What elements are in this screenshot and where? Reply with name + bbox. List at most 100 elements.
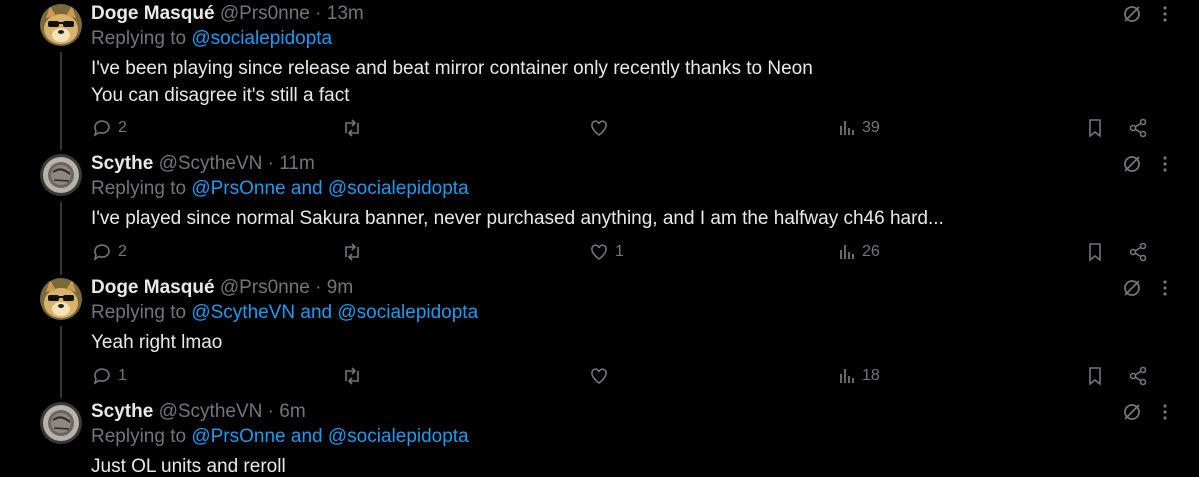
grok-icon[interactable] xyxy=(1122,278,1142,303)
like-icon xyxy=(591,120,607,136)
separator: · xyxy=(267,153,274,174)
tweet-text-line: You can disagree it's still a fact xyxy=(91,85,350,106)
tweet-text-line: I've been playing since release and beat… xyxy=(91,58,813,79)
replying-to: Replying to @ScytheVN and @socialepidopt… xyxy=(91,300,478,326)
tweet-text-line: I've played since normal Sakura banner, … xyxy=(91,208,944,229)
tweet-text: Yeah right lmao xyxy=(91,329,222,356)
like-icon xyxy=(591,244,607,260)
mention-joiner: and xyxy=(290,426,323,447)
like-button[interactable] xyxy=(589,117,615,139)
views-button[interactable]: 26 xyxy=(838,241,880,263)
like-button[interactable] xyxy=(589,365,615,387)
avatar[interactable] xyxy=(40,4,82,46)
replying-prefix: Replying to xyxy=(91,178,187,199)
display-name[interactable]: Scythe xyxy=(91,153,153,174)
grok-icon[interactable] xyxy=(1122,402,1142,427)
tweet-actions: 1 18 xyxy=(0,365,1199,387)
reply-icon xyxy=(93,368,110,385)
tweet-header: Doge Masqué @Prs0nne · 13m xyxy=(91,0,364,28)
display-name[interactable]: Doge Masqué xyxy=(91,277,215,298)
display-name[interactable]: Doge Masqué xyxy=(91,3,215,24)
display-name[interactable]: Scythe xyxy=(91,401,153,422)
separator: · xyxy=(315,3,322,24)
tweet[interactable]: Scythe @ScytheVN · 11m Replying to @PrsO… xyxy=(0,150,1199,275)
user-handle[interactable]: @ScytheVN xyxy=(159,153,263,174)
reply-icon xyxy=(93,120,110,137)
bookmark-button[interactable] xyxy=(1086,241,1104,263)
replying-prefix: Replying to xyxy=(91,426,187,447)
more-icon[interactable] xyxy=(1158,4,1172,29)
timestamp[interactable]: 11m xyxy=(279,153,315,174)
avatar[interactable] xyxy=(40,278,82,320)
bookmark-icon xyxy=(1089,367,1101,386)
tweet-text: Just OL units and reroll xyxy=(91,453,286,477)
grok-icon[interactable] xyxy=(1122,154,1142,179)
user-handle[interactable]: @Prs0nne xyxy=(220,3,310,24)
reply-icon xyxy=(93,244,110,261)
timestamp[interactable]: 13m xyxy=(327,3,364,24)
share-icon xyxy=(1129,366,1147,386)
timestamp[interactable]: 6m xyxy=(279,401,305,422)
timestamp[interactable]: 9m xyxy=(327,277,353,298)
tweet[interactable]: Scythe @ScytheVN · 6m Replying to @PrsOn… xyxy=(0,398,1199,477)
views-button[interactable]: 39 xyxy=(838,117,880,139)
user-handle[interactable]: @Prs0nne xyxy=(220,277,310,298)
replying-prefix: Replying to xyxy=(91,302,187,323)
reply-button[interactable]: 2 xyxy=(92,117,127,139)
reply-button[interactable]: 1 xyxy=(92,365,127,387)
avatar[interactable] xyxy=(40,402,82,444)
views-icon xyxy=(840,245,854,259)
more-icon[interactable] xyxy=(1158,278,1172,303)
replying-to: Replying to @PrsOnne and @socialepidopta xyxy=(91,424,469,450)
bookmark-button[interactable] xyxy=(1086,365,1104,387)
mention-link[interactable]: @socialepidopta xyxy=(191,28,332,49)
bookmark-icon xyxy=(1089,119,1101,138)
tweet-text: I've played since normal Sakura banner, … xyxy=(91,205,944,232)
mention-link[interactable]: @socialepidopta xyxy=(328,426,469,447)
tweet-text: I've been playing since release and beat… xyxy=(91,55,813,109)
thread-line xyxy=(60,326,62,398)
avatar[interactable] xyxy=(40,154,82,196)
repost-icon xyxy=(345,119,359,137)
share-button[interactable] xyxy=(1128,365,1148,387)
more-icon[interactable] xyxy=(1158,154,1172,179)
mention-link[interactable]: @socialepidopta xyxy=(337,302,478,323)
repost-button[interactable] xyxy=(341,241,369,263)
mention-link[interactable]: @socialepidopta xyxy=(328,178,469,199)
grok-icon[interactable] xyxy=(1122,4,1142,29)
tweet-text-line: Just OL units and reroll xyxy=(91,456,286,477)
mention-link[interactable]: @PrsOnne xyxy=(191,178,285,199)
repost-icon xyxy=(345,367,359,385)
repost-icon xyxy=(345,243,359,261)
separator: · xyxy=(315,277,322,298)
repost-button[interactable] xyxy=(341,117,369,139)
views-icon xyxy=(840,121,854,135)
mention-link[interactable]: @ScytheVN xyxy=(191,302,295,323)
bookmark-button[interactable] xyxy=(1086,117,1104,139)
tweet-header: Scythe @ScytheVN · 6m xyxy=(91,398,306,426)
tweet[interactable]: Doge Masqué @Prs0nne · 13m Replying to @… xyxy=(0,0,1199,150)
share-icon xyxy=(1129,242,1147,262)
timeline: Doge Masqué @Prs0nne · 13m Replying to @… xyxy=(0,0,1199,477)
views-button[interactable]: 18 xyxy=(838,365,880,387)
tweet[interactable]: Doge Masqué @Prs0nne · 9m Replying to @S… xyxy=(0,274,1199,398)
share-button[interactable] xyxy=(1128,117,1148,139)
share-icon xyxy=(1129,118,1147,138)
doge-avatar-icon xyxy=(40,4,82,46)
share-button[interactable] xyxy=(1128,241,1148,263)
separator: · xyxy=(267,401,274,422)
tweet-text-line: Yeah right lmao xyxy=(91,332,223,353)
more-icon[interactable] xyxy=(1158,402,1172,427)
mention-joiner: and xyxy=(290,178,323,199)
repost-button[interactable] xyxy=(341,365,369,387)
tweet-actions: 2 39 xyxy=(0,117,1199,139)
mention-link[interactable]: @PrsOnne xyxy=(191,426,285,447)
reply-button[interactable]: 2 xyxy=(92,241,127,263)
doge-avatar-icon xyxy=(40,278,82,320)
like-button[interactable]: 1 xyxy=(589,241,624,263)
user-handle[interactable]: @ScytheVN xyxy=(159,401,263,422)
replying-prefix: Replying to xyxy=(91,28,187,49)
reply-count: 2 xyxy=(118,243,127,260)
tweet-header: Doge Masqué @Prs0nne · 9m xyxy=(91,274,353,302)
like-icon xyxy=(591,368,607,384)
